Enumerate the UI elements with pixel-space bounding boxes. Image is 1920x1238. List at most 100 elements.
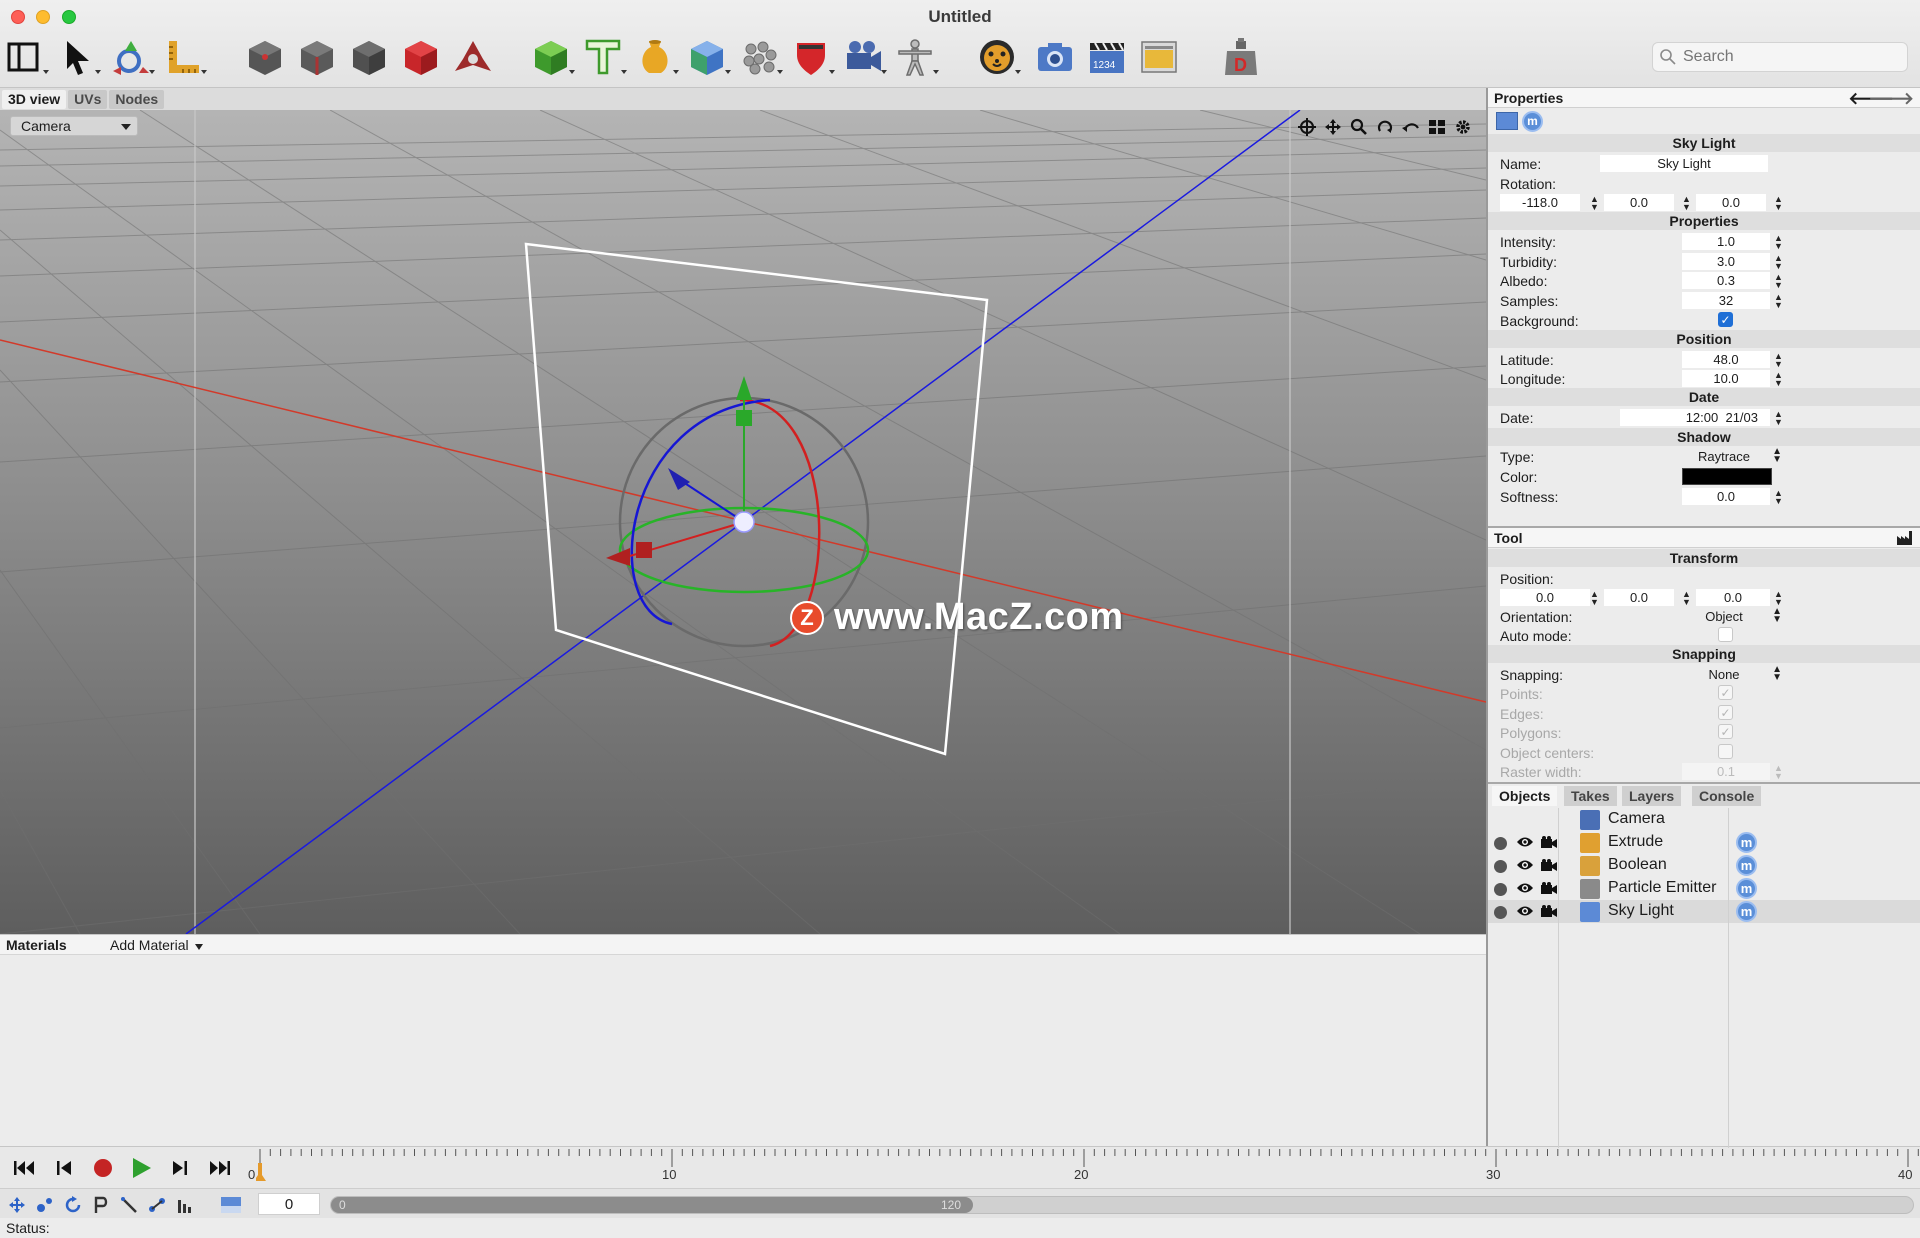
- sky-light-thumbnail-icon: [220, 1194, 242, 1216]
- weight-icon[interactable]: D: [1220, 36, 1262, 78]
- object-row[interactable]: Camera: [1488, 808, 1920, 831]
- zoom-icon[interactable]: [1348, 116, 1370, 138]
- record-button[interactable]: [88, 1155, 118, 1181]
- blue-gem-icon[interactable]: [686, 36, 731, 78]
- object-name: Sky Light: [1608, 902, 1674, 919]
- go-to-end-button[interactable]: [204, 1155, 234, 1181]
- folder-image-icon[interactable]: [1138, 36, 1180, 78]
- layout-icon[interactable]: [4, 36, 49, 78]
- dark-cube-3-icon[interactable]: [348, 36, 390, 78]
- pan-icon[interactable]: [1322, 116, 1344, 138]
- ruler-label-20: 20: [1074, 1167, 1089, 1182]
- skip-start-icon: [14, 1161, 34, 1175]
- eye-icon[interactable]: [1516, 881, 1534, 900]
- undo-view-icon[interactable]: [1400, 116, 1422, 138]
- shield-icon[interactable]: [790, 36, 835, 78]
- visibility-dot-icon[interactable]: [1494, 837, 1507, 850]
- column-divider: [1558, 808, 1559, 1148]
- visibility-dot-icon[interactable]: [1494, 860, 1507, 873]
- red-cube-icon[interactable]: [400, 36, 442, 78]
- objects-panel: Objects Takes Layers Console Camera Extru…: [1488, 0, 1920, 1100]
- tab-objects[interactable]: Objects: [1492, 786, 1558, 806]
- object-row[interactable]: Boolean m: [1488, 854, 1920, 877]
- object-name: Boolean: [1608, 856, 1667, 873]
- object-name: Camera: [1608, 810, 1665, 827]
- render-camera-icon[interactable]: [1540, 859, 1558, 878]
- play-icon: [133, 1158, 151, 1178]
- material-badge-icon[interactable]: m: [1736, 878, 1757, 899]
- material-badge-icon[interactable]: m: [1736, 855, 1757, 876]
- go-to-start-button[interactable]: [10, 1155, 40, 1181]
- render-camera-icon[interactable]: [1540, 882, 1558, 901]
- tab-console[interactable]: Console: [1692, 786, 1762, 806]
- object-row[interactable]: Particle Emitter m: [1488, 877, 1920, 900]
- object-type-icon: [1580, 856, 1600, 876]
- step-back-icon: [57, 1161, 71, 1175]
- dark-cube-2-icon[interactable]: [296, 36, 338, 78]
- scene-canvas[interactable]: [0, 110, 1486, 934]
- viewport-nav-tools: [1296, 116, 1474, 138]
- watermark: Z www.MacZ.com: [790, 596, 1124, 639]
- timeline-ruler[interactable]: 0 10 20 30 40: [248, 1147, 1920, 1189]
- view-tabs: 3D view UVs Nodes: [0, 88, 1486, 110]
- dark-cube-1-icon[interactable]: [244, 36, 286, 78]
- eye-icon[interactable]: [1516, 904, 1534, 923]
- rotate-tool-icon[interactable]: [62, 1194, 84, 1216]
- node-tool-icon[interactable]: [146, 1194, 168, 1216]
- move-gizmo-icon[interactable]: [110, 36, 155, 78]
- vertex-tool-icon[interactable]: [452, 36, 494, 78]
- viewport-3d[interactable]: Camera Z www.MacZ.com: [0, 110, 1486, 934]
- scale-tool-icon[interactable]: [34, 1194, 56, 1216]
- bar-graph-icon[interactable]: [174, 1194, 196, 1216]
- text-icon[interactable]: [582, 36, 627, 78]
- cheetah-icon[interactable]: [976, 36, 1021, 78]
- svg-text:1234: 1234: [1093, 60, 1116, 71]
- material-badge-icon[interactable]: m: [1736, 832, 1757, 853]
- next-frame-button[interactable]: [164, 1155, 194, 1181]
- ruler-label-10: 10: [662, 1167, 677, 1182]
- figure-icon[interactable]: [894, 36, 939, 78]
- add-material-button[interactable]: Add Material: [110, 937, 203, 953]
- render-camera-icon[interactable]: [1540, 905, 1558, 924]
- target-icon[interactable]: [1296, 116, 1318, 138]
- column-divider: [1728, 808, 1729, 1148]
- tab-layers[interactable]: Layers: [1622, 786, 1682, 806]
- step-forward-icon: [173, 1161, 187, 1175]
- eye-icon[interactable]: [1516, 835, 1534, 854]
- spheres-grid-icon[interactable]: [738, 36, 783, 78]
- photo-camera-icon[interactable]: [1034, 36, 1076, 78]
- ruler-label-30: 30: [1486, 1167, 1501, 1182]
- current-frame-field[interactable]: 0: [258, 1193, 320, 1215]
- camera-select[interactable]: Camera: [10, 116, 138, 136]
- play-button[interactable]: [126, 1155, 156, 1181]
- layout-grid-icon[interactable]: [1426, 116, 1448, 138]
- render-camera-icon[interactable]: [1540, 836, 1558, 855]
- object-row[interactable]: Sky Light m: [1488, 900, 1920, 923]
- material-badge-icon[interactable]: m: [1736, 901, 1757, 922]
- tab-takes[interactable]: Takes: [1564, 786, 1617, 806]
- move-tool-icon[interactable]: [6, 1194, 28, 1216]
- object-row[interactable]: Extrude m: [1488, 831, 1920, 854]
- select-arrow-icon[interactable]: [56, 36, 101, 78]
- path-tool-icon[interactable]: [90, 1194, 112, 1216]
- tab-uvs[interactable]: UVs: [68, 89, 108, 109]
- previous-frame-button[interactable]: [50, 1155, 80, 1181]
- orbit-icon[interactable]: [1374, 116, 1396, 138]
- range-scrollbar[interactable]: 0 120: [330, 1196, 1914, 1214]
- clapperboard-icon[interactable]: 1234: [1086, 36, 1128, 78]
- ruler-label-40: 40: [1898, 1167, 1913, 1182]
- knife-tool-icon[interactable]: [118, 1194, 140, 1216]
- measure-ruler-icon[interactable]: [162, 36, 207, 78]
- movie-camera-icon[interactable]: [842, 36, 887, 78]
- watermark-text: www.MacZ.com: [834, 596, 1124, 638]
- sky-light-frame: [524, 242, 989, 756]
- range-scrollbar-thumb[interactable]: [331, 1197, 973, 1213]
- tab-nodes[interactable]: Nodes: [109, 89, 165, 109]
- settings-gear-icon[interactable]: [1452, 116, 1474, 138]
- visibility-dot-icon[interactable]: [1494, 906, 1507, 919]
- visibility-dot-icon[interactable]: [1494, 883, 1507, 896]
- tab-3d-view[interactable]: 3D view: [2, 89, 67, 109]
- vase-icon[interactable]: [634, 36, 679, 78]
- eye-icon[interactable]: [1516, 858, 1534, 877]
- green-cube-icon[interactable]: [530, 36, 575, 78]
